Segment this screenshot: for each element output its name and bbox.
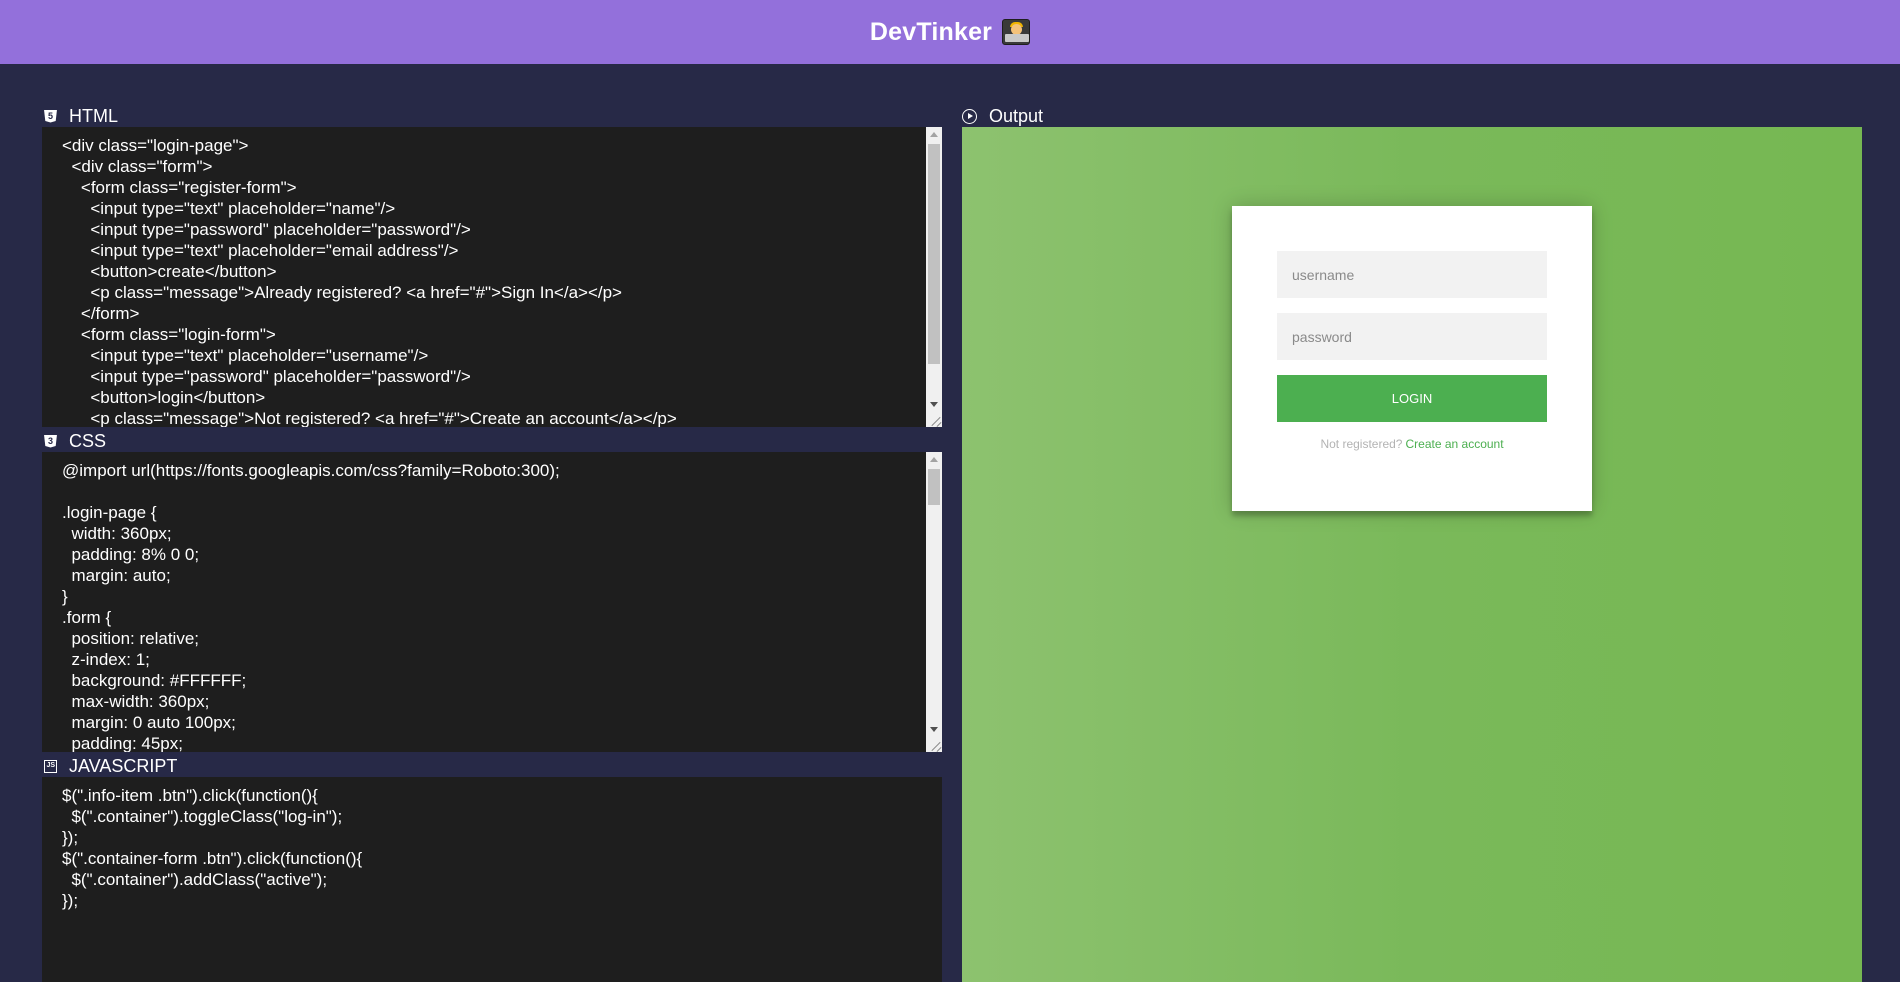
password-input[interactable] (1277, 313, 1547, 360)
html-panel-header: 5 HTML (44, 105, 118, 127)
scroll-up-arrow-icon[interactable] (930, 132, 938, 137)
css-editor-scrollbar[interactable] (926, 452, 942, 752)
code-line[interactable]: width: 360px; (62, 523, 942, 544)
code-line[interactable]: <input type="password" placeholder="pass… (62, 366, 942, 387)
css-panel-header: 3 CSS (44, 430, 106, 452)
code-line[interactable]: z-index: 1; (62, 649, 942, 670)
resize-grip-icon[interactable] (926, 738, 942, 752)
code-line[interactable]: $(".container").addClass("active"); (62, 869, 942, 890)
html-editor[interactable]: <div class="login-page"> <div class="for… (42, 127, 942, 427)
code-line[interactable]: } (62, 586, 942, 607)
login-button[interactable]: LOGIN (1277, 375, 1547, 422)
login-message-text: Not registered? (1320, 437, 1403, 451)
html-panel-label: HTML (69, 105, 118, 126)
login-card: LOGIN Not registered?Create an account (1232, 206, 1592, 511)
code-line[interactable]: margin: auto; (62, 565, 942, 586)
login-message: Not registered? Create an account (1277, 437, 1547, 451)
output-preview: LOGIN Not registered?Create an account (962, 127, 1862, 982)
js-editor[interactable]: $(".info-item .btn").click(function(){ $… (42, 777, 942, 982)
code-line[interactable]: <input type="text" placeholder="username… (62, 345, 942, 366)
code-line[interactable]: }); (62, 890, 942, 911)
code-line[interactable]: padding: 8% 0 0; (62, 544, 942, 565)
code-line[interactable]: @import url(https://fonts.googleapis.com… (62, 460, 942, 481)
output-panel-header: Output (962, 105, 1043, 127)
code-line[interactable]: <div class="login-page"> (62, 135, 942, 156)
brand: DevTinker (869, 17, 1031, 47)
code-line[interactable]: .login-page { (62, 502, 942, 523)
code-line[interactable]: <button>login</button> (62, 387, 942, 408)
html-editor-scrollbar[interactable] (926, 127, 942, 427)
play-circle-icon (962, 108, 977, 124)
code-line[interactable]: <div class="form"> (62, 156, 942, 177)
code-line[interactable]: $(".container-form .btn").click(function… (62, 848, 942, 869)
username-input[interactable] (1277, 251, 1547, 298)
scroll-thumb[interactable] (928, 144, 940, 364)
scroll-down-arrow-icon[interactable] (930, 402, 938, 407)
css-code[interactable]: @import url(https://fonts.googleapis.com… (42, 452, 942, 752)
output-panel-label: Output (989, 105, 1044, 126)
resize-grip-icon[interactable] (926, 413, 942, 427)
css-panel-label: CSS (69, 430, 107, 451)
html5-icon: 5 (44, 109, 57, 123)
code-line[interactable]: $(".container").toggleClass("log-in"); (62, 806, 942, 827)
css-editor[interactable]: @import url(https://fonts.googleapis.com… (42, 452, 942, 752)
scroll-thumb[interactable] (928, 469, 940, 505)
code-line[interactable]: position: relative; (62, 628, 942, 649)
code-line[interactable]: .form { (62, 607, 942, 628)
code-line[interactable]: <form class="register-form"> (62, 177, 942, 198)
js-panel-label: JAVASCRIPT (69, 755, 178, 776)
code-line[interactable]: <button>create</button> (62, 261, 942, 282)
code-line[interactable]: padding: 45px; (62, 733, 942, 752)
js-code[interactable]: $(".info-item .btn").click(function(){ $… (42, 777, 942, 911)
code-line[interactable]: <p class="message">Not registered? <a hr… (62, 408, 942, 427)
create-account-link[interactable]: Create an account (1405, 437, 1503, 451)
css3-icon: 3 (44, 434, 57, 448)
code-line[interactable]: background: #FFFFFF; (62, 670, 942, 691)
scroll-down-arrow-icon[interactable] (930, 727, 938, 732)
code-line[interactable]: <p class="message">Already registered? <… (62, 282, 942, 303)
top-bar: DevTinker (0, 0, 1900, 64)
code-line[interactable]: $(".info-item .btn").click(function(){ (62, 785, 942, 806)
code-line[interactable]: <form class="login-form"> (62, 324, 942, 345)
app-title: DevTinker (869, 17, 993, 46)
code-line[interactable]: }); (62, 827, 942, 848)
html-code[interactable]: <div class="login-page"> <div class="for… (42, 127, 942, 427)
code-line[interactable]: <input type="text" placeholder="name"/> (62, 198, 942, 219)
code-line[interactable]: <input type="text" placeholder="email ad… (62, 240, 942, 261)
code-line[interactable] (62, 481, 942, 502)
code-line[interactable]: <input type="password" placeholder="pass… (62, 219, 942, 240)
code-line[interactable]: margin: 0 auto 100px; (62, 712, 942, 733)
scroll-up-arrow-icon[interactable] (930, 457, 938, 462)
js-file-icon: JS (44, 759, 57, 773)
technologist-emoji-icon (1002, 19, 1031, 45)
code-line[interactable]: max-width: 360px; (62, 691, 942, 712)
code-line[interactable]: </form> (62, 303, 942, 324)
js-panel-header: JS JAVASCRIPT (44, 755, 177, 777)
